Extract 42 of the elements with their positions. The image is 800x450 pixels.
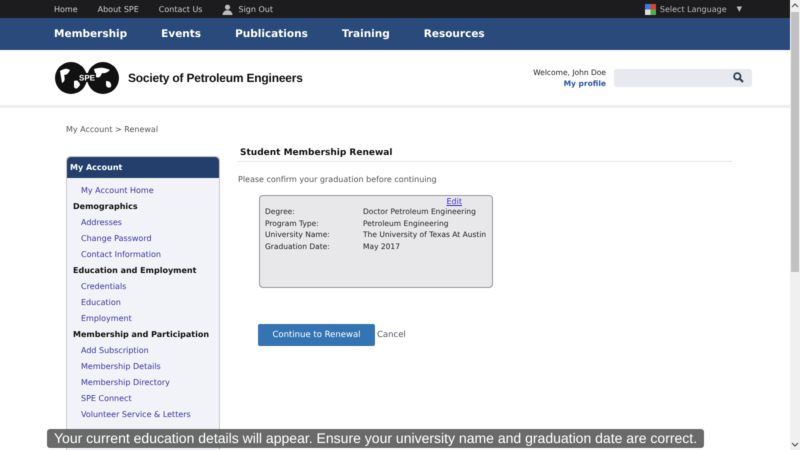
sidebar-link[interactable]: Credentials [73,279,219,295]
sidebar-link[interactable]: Membership Directory [73,375,219,391]
user-icon [222,4,234,14]
search-field[interactable] [614,68,752,86]
top-link[interactable]: About SPE [98,4,139,14]
sidebar-link[interactable]: Employment [73,311,219,327]
nav-item[interactable]: Resources [424,28,485,40]
site-name: Society of Petroleum Engineers [128,70,303,84]
globe-logo-drawing [55,62,119,94]
search-icon [733,72,744,83]
sidebar-heading: Membership and Participation [73,329,210,341]
sidebar-link[interactable]: Add Subscription [73,343,219,359]
page-title: Student Membership Renewal [238,148,732,162]
cancel-link[interactable]: Cancel [377,330,406,340]
sidebar-link[interactable]: Volunteer Service & Letters [73,407,219,423]
nav-item[interactable]: Publications [235,28,308,40]
sidebar-link[interactable]: Membership Details [73,359,219,375]
logo-text: SPE [79,73,95,82]
subtitle-toast: Your current education details will appear. Ensure your university name and graduation date are correct. [47,429,704,448]
nav-item[interactable]: Events [161,28,202,40]
breadcrumb: My Account > Renewal [66,125,160,134]
scroll-up-icon[interactable] [791,2,799,8]
translate-icon [644,4,656,14]
sidebar-link[interactable]: SPE Connect [73,391,219,407]
sidebar-heading: Demographics [73,201,139,213]
sidebar-link[interactable]: Education [73,295,219,311]
sidebar-link[interactable]: Change Password [73,231,219,247]
sign-out-link[interactable]: Sign Out [222,4,273,14]
instruction-text: Please confirm your graduation before continuing [238,175,438,184]
continue-button[interactable]: Continue to Renewal [258,324,375,346]
nav-item[interactable]: Membership [54,28,128,40]
scroll-down-icon[interactable] [791,442,799,448]
sidebar-heading: Education and Employment [73,265,198,277]
sidebar-link[interactable]: Addresses [73,215,219,231]
edit-link[interactable]: Edit [446,197,462,206]
sidebar-link[interactable]: My Account Home [73,183,219,199]
top-link[interactable]: Contact Us [158,4,202,14]
scroll-thumb[interactable] [791,12,799,272]
sidebar-title: My Account [67,157,219,178]
nav-item[interactable]: Training [342,28,390,40]
top-link[interactable]: Home [54,4,78,14]
sidebar-link[interactable]: Contact Information [73,247,219,263]
